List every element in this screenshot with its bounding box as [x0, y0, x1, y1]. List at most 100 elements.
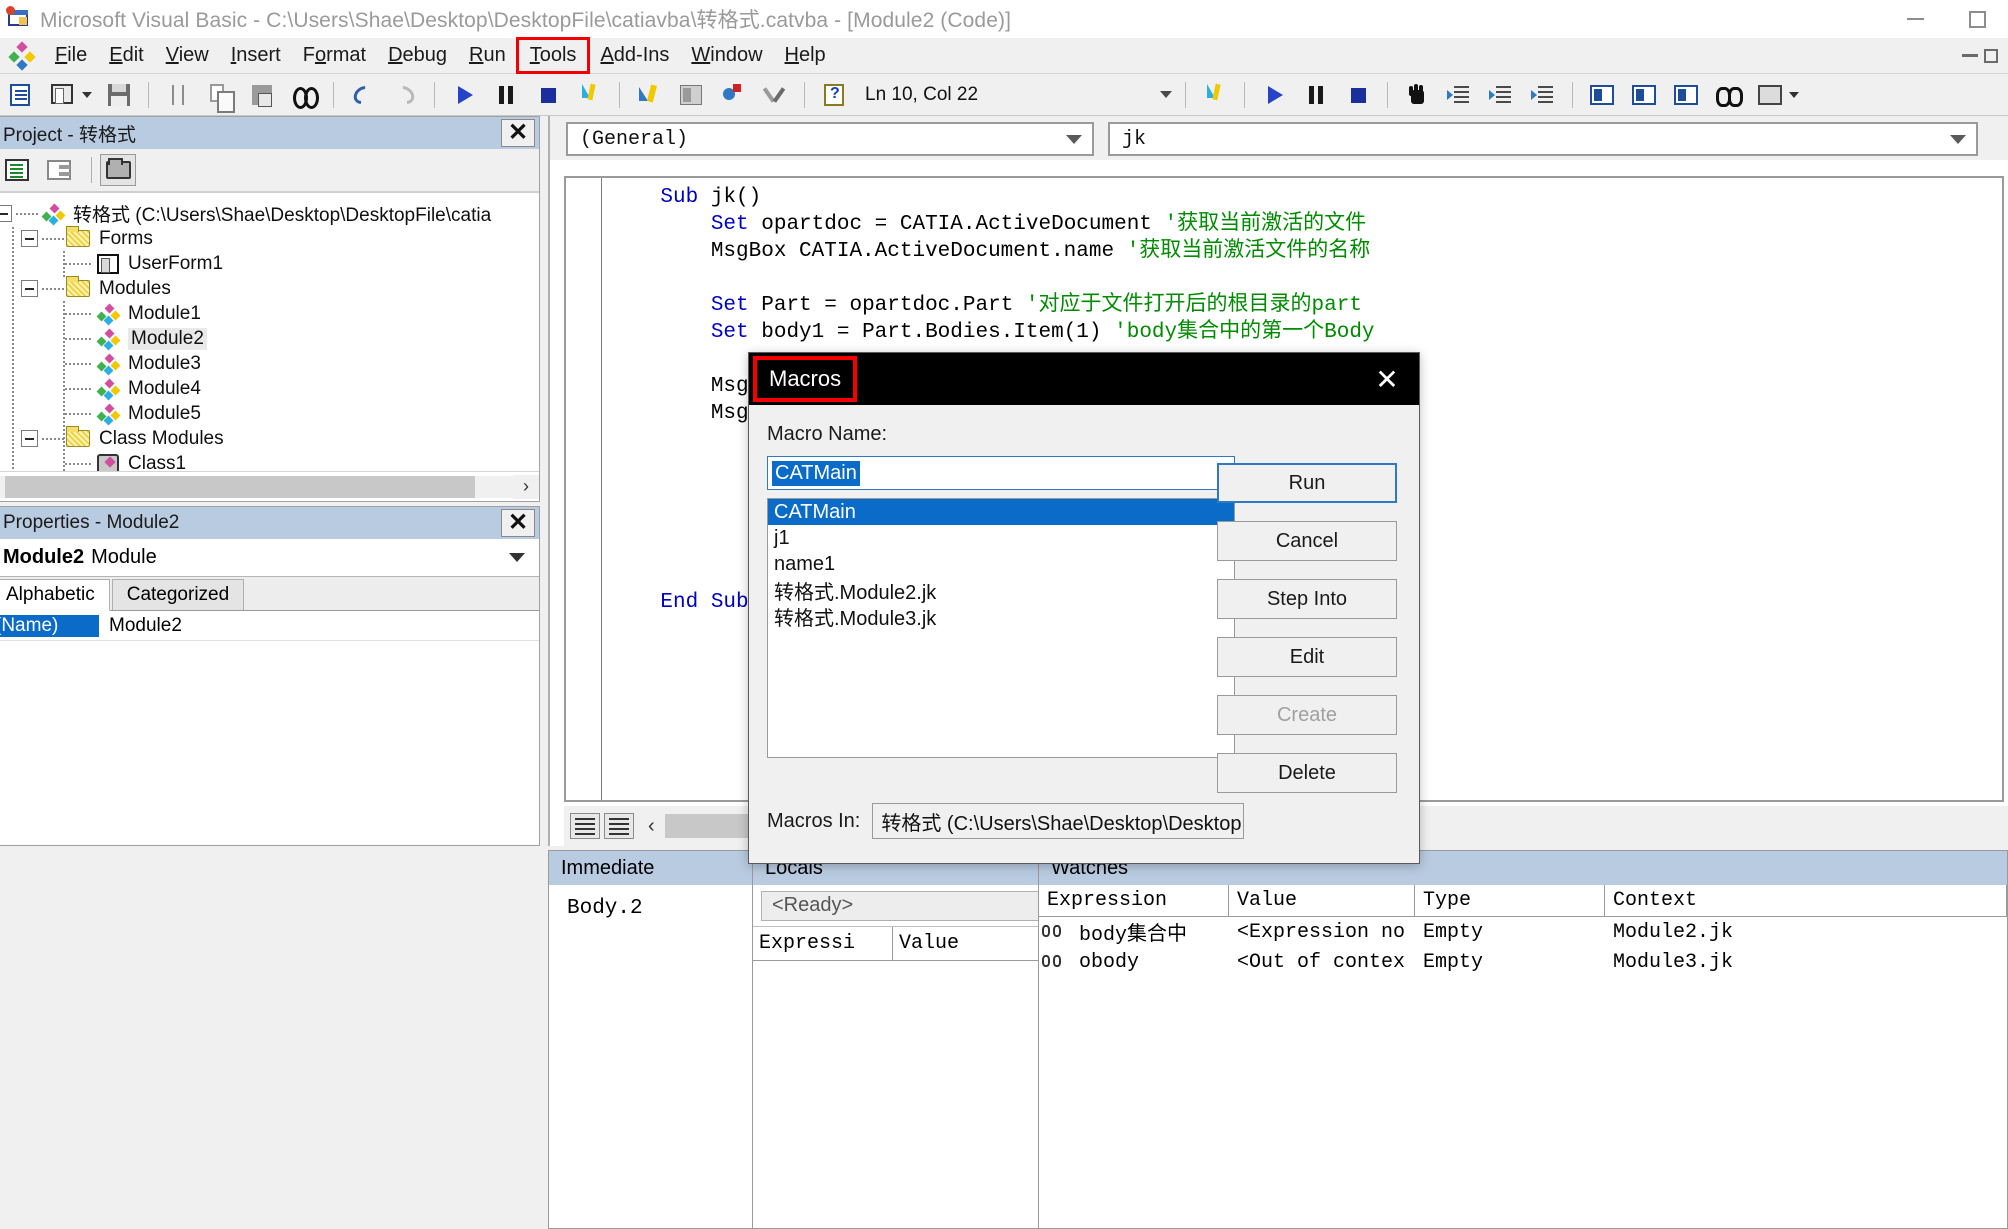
- cancel-button[interactable]: Cancel: [1217, 521, 1397, 561]
- expander-icon-forms[interactable]: [21, 230, 38, 247]
- edit-button[interactable]: Edit: [1217, 637, 1397, 677]
- copy-icon[interactable]: [204, 80, 236, 113]
- property-value[interactable]: Module2: [99, 615, 182, 637]
- menu-run[interactable]: Run: [458, 40, 517, 71]
- tree-group-modules[interactable]: Modules: [0, 275, 539, 301]
- table-row-2[interactable]: obody <Out of contex Empty Module3.jk: [1039, 947, 2007, 977]
- step-into-button[interactable]: Step Into: [1217, 579, 1397, 619]
- run-sub-icon[interactable]: [1258, 80, 1290, 110]
- project-tree[interactable]: 转格式 (C:\Users\Shae\Desktop\DesktopFile\c…: [0, 193, 539, 493]
- delete-button[interactable]: Delete: [1217, 753, 1397, 793]
- reset-icon[interactable]: [532, 80, 564, 110]
- macro-list[interactable]: CATMain j1 name1 转格式.Module2.jk 转格式.Modu…: [767, 498, 1235, 758]
- properties-object-combo[interactable]: Module2 Module: [0, 539, 539, 577]
- tree-item-module3[interactable]: Module3: [0, 351, 539, 376]
- procedure-combo[interactable]: jk: [1108, 122, 1978, 156]
- close-icon-properties[interactable]: ✕: [501, 509, 535, 537]
- tree-item-module4[interactable]: Module4: [0, 376, 539, 401]
- list-item-5[interactable]: 转格式.Module3.jk: [768, 603, 1234, 630]
- project-hscroll-track[interactable]: [0, 475, 513, 498]
- list-item-2[interactable]: j1: [768, 525, 1234, 551]
- toggle-folders-icon[interactable]: [100, 154, 136, 186]
- expander-icon-modules[interactable]: [21, 280, 38, 297]
- object-combo[interactable]: (General): [566, 122, 1094, 156]
- menu-file[interactable]: File: [44, 40, 98, 71]
- hscroll-right-arrow[interactable]: ›: [513, 474, 539, 499]
- full-module-view-icon[interactable]: [604, 813, 634, 839]
- undo-icon[interactable]: [347, 80, 379, 110]
- indent-icon[interactable]: [1485, 80, 1517, 110]
- close-icon-macros-dialog[interactable]: ✕: [1355, 353, 1419, 405]
- toolbox-icon[interactable]: [759, 80, 791, 110]
- close-icon[interactable]: ✕: [501, 119, 535, 147]
- insert-userform-icon[interactable]: [47, 80, 79, 110]
- maximize-button[interactable]: [1946, 0, 2008, 38]
- properties-window-icon[interactable]: [675, 80, 707, 110]
- list-item-4[interactable]: 转格式.Module2.jk: [768, 577, 1234, 604]
- outdent-icon[interactable]: [1527, 80, 1559, 110]
- menu-help[interactable]: Help: [774, 40, 837, 71]
- macros-in-select[interactable]: 转格式 (C:\Users\Shae\Desktop\DesktopFile: [872, 803, 1245, 839]
- binoculars-icon[interactable]: [1712, 80, 1744, 110]
- list-item-3[interactable]: name1: [768, 551, 1234, 577]
- insert-dropdown-icon[interactable]: [82, 91, 92, 98]
- design-mode-icon[interactable]: [574, 80, 606, 110]
- toolbar-overflow-icon[interactable]: [1789, 91, 1799, 98]
- window2-icon[interactable]: [1628, 80, 1660, 110]
- menu-edit[interactable]: Edit: [98, 40, 154, 71]
- tree-item-module1[interactable]: Module1: [0, 301, 539, 326]
- tree-node-root[interactable]: 转格式 (C:\Users\Shae\Desktop\DesktopFile\c…: [0, 201, 539, 226]
- run-icon[interactable]: [448, 80, 480, 110]
- tree-item-userform1[interactable]: UserForm1: [0, 251, 539, 276]
- position-dropdown-icon[interactable]: [1155, 80, 1177, 110]
- cut-icon[interactable]: [162, 80, 194, 110]
- procedure-view-icon[interactable]: [570, 813, 600, 839]
- window3-icon[interactable]: [1670, 80, 1702, 110]
- view-object-icon-pe[interactable]: [41, 154, 77, 186]
- project-hscrollbar[interactable]: ›: [0, 471, 539, 501]
- list-item[interactable]: CATMain: [768, 499, 1234, 525]
- object-browser-icon[interactable]: [717, 80, 749, 110]
- menu-window[interactable]: Window: [680, 40, 773, 71]
- break-icon-2[interactable]: [1300, 80, 1332, 110]
- redo-icon[interactable]: [389, 80, 421, 110]
- design-mode-icon-2[interactable]: [1199, 80, 1231, 110]
- property-row[interactable]: (Name) Module2: [0, 611, 539, 641]
- mdi-minimize-icon[interactable]: [1962, 54, 1978, 57]
- menu-tools[interactable]: Tools: [515, 37, 591, 74]
- tree-item-module2[interactable]: Module2: [0, 326, 539, 351]
- menu-view[interactable]: View: [155, 40, 220, 71]
- project-hscroll-thumb[interactable]: [5, 475, 475, 498]
- reset-icon-2[interactable]: [1342, 80, 1374, 110]
- layout-icon[interactable]: [1754, 80, 1786, 110]
- hscroll-left-arrow[interactable]: ‹: [648, 815, 655, 838]
- step-into-icon[interactable]: [1443, 80, 1475, 110]
- tab-alphabetic[interactable]: Alphabetic: [0, 579, 110, 611]
- tab-categorized[interactable]: Categorized: [111, 579, 245, 610]
- project-explorer-icon[interactable]: [633, 80, 665, 110]
- tree-group-forms[interactable]: Forms: [0, 225, 539, 251]
- view-code-icon[interactable]: [5, 80, 37, 110]
- chevron-down-icon-properties[interactable]: [509, 553, 525, 562]
- paste-icon[interactable]: [246, 80, 278, 110]
- run-button[interactable]: Run: [1217, 463, 1397, 503]
- menu-format[interactable]: Format: [292, 40, 377, 71]
- find-icon[interactable]: [288, 80, 320, 110]
- minimize-button[interactable]: [1884, 0, 1946, 38]
- macro-name-input[interactable]: CATMain: [767, 456, 1235, 490]
- table-row[interactable]: body集合中 <Expression no Empty Module2.jk: [1039, 917, 2007, 947]
- tree-group-class-modules[interactable]: Class Modules: [0, 425, 539, 451]
- save-icon[interactable]: [103, 80, 135, 110]
- expander-icon-root[interactable]: [0, 205, 12, 222]
- menu-insert[interactable]: Insert: [220, 40, 292, 71]
- tree-item-module5[interactable]: Module5: [0, 401, 539, 426]
- view-code-icon-pe[interactable]: [0, 154, 35, 186]
- mdi-restore-icon[interactable]: [1984, 48, 1998, 63]
- expander-icon-class-modules[interactable]: [21, 430, 38, 447]
- hand-icon[interactable]: [1401, 80, 1433, 110]
- window1-icon[interactable]: [1586, 80, 1618, 110]
- menu-addins[interactable]: Add-Ins: [589, 40, 680, 71]
- menu-debug[interactable]: Debug: [377, 40, 458, 71]
- help-icon[interactable]: [818, 80, 850, 110]
- break-icon[interactable]: [490, 80, 522, 110]
